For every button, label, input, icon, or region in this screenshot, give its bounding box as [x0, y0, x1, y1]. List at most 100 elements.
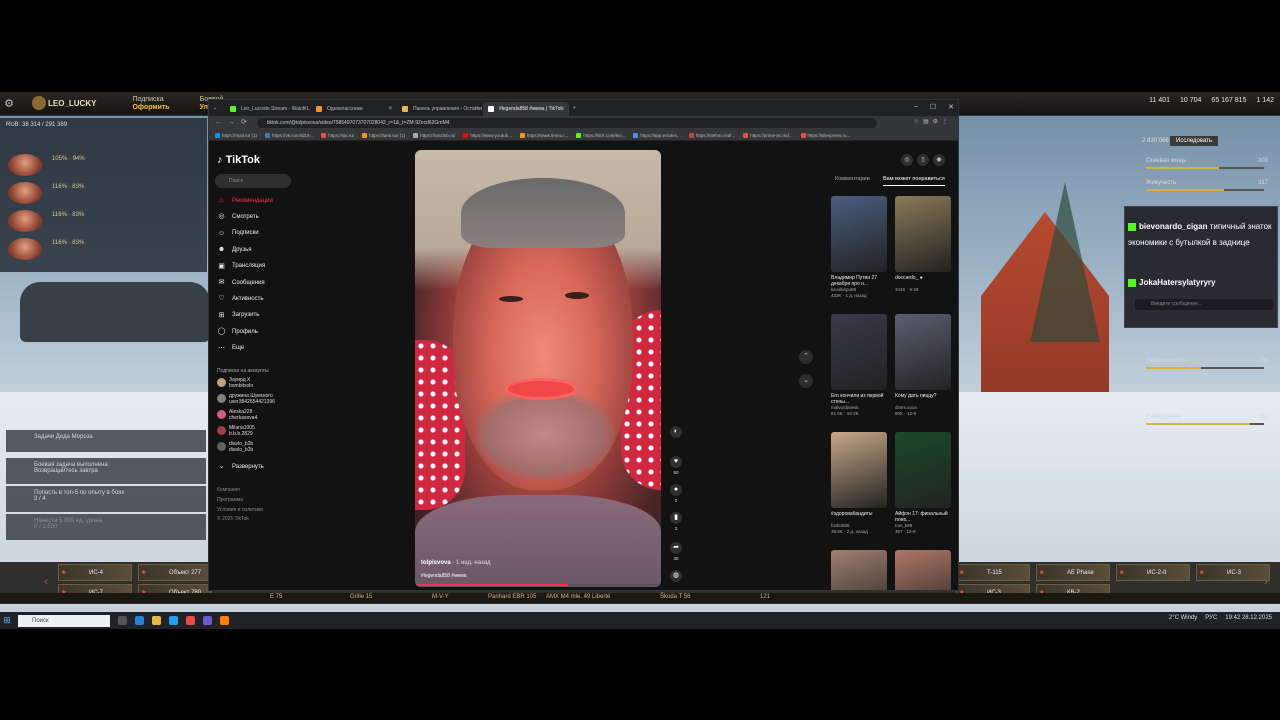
vehicle-strip-item[interactable]: Panhard EBR 105 — [488, 594, 536, 600]
gear-icon[interactable]: ⚙ — [0, 97, 18, 110]
mission-item[interactable]: Нанести 5 000 ед. урона 0 / 1 500 — [6, 514, 206, 540]
footer-link[interactable]: Программа — [217, 497, 243, 503]
skill-survivability[interactable]: Живучесть 317 — [1146, 180, 1268, 191]
video-thumbnail[interactable] — [895, 196, 951, 272]
following-item[interactable]: Aleska228 cherkasova4 — [217, 409, 257, 421]
crew-avatar[interactable] — [8, 182, 42, 204]
bookmark-item[interactable]: https://www.timnu.r... — [519, 132, 568, 138]
tab-close-icon[interactable]: ✕ — [560, 105, 565, 112]
video-thumbnail[interactable] — [895, 550, 951, 590]
tank-card[interactable]: ★ИС-3 — [1196, 564, 1270, 581]
sidebar-item-activity[interactable]: ♡ Активность — [217, 294, 263, 303]
mission-item[interactable]: Задачи Деда Мороза — [6, 430, 206, 452]
tank-card[interactable]: ★ ИС-4 — [58, 564, 132, 581]
app-icon[interactable] — [203, 616, 212, 625]
browser-toolbar-icons[interactable]: ☆▤⚙⋮ — [914, 118, 952, 125]
tank-card[interactable]: ★ AE Phase — [1036, 564, 1110, 581]
browser-tab[interactable]: Одноклассники ✕ — [311, 102, 397, 116]
browser-tab[interactable]: #legenda858 #мема | TikTok ✕ — [483, 102, 569, 116]
device-icon[interactable]: ▯ — [917, 154, 929, 166]
skill-spotting[interactable]: Наблюдение 562 — [1146, 414, 1268, 425]
recommended-video-card[interactable]: #здоровабандиты foxbo666 38.6K · 2 д. наза… — [831, 432, 887, 535]
bookmark-item[interactable]: https://prime-pc.md... — [743, 132, 793, 138]
sidebar-item-profile[interactable]: ◯ Профиль — [217, 327, 258, 336]
next-video-button[interactable]: ⌄ — [799, 374, 813, 388]
following-item[interactable]: diavlo_b2b diavlo_b2b — [217, 441, 253, 453]
carousel-left-arrow[interactable]: ‹ — [44, 574, 48, 588]
recommended-video-card[interactable]: Кому дать пиццу? dimm.soon 80K · 12-9 — [895, 314, 951, 417]
video-author[interactable]: tolpisvova · 1 нед. назад — [421, 560, 491, 566]
bookmark-icon[interactable]: ▮ 3 — [667, 512, 685, 531]
app-icon[interactable] — [152, 616, 161, 625]
like-icon[interactable]: ♥ 50 — [667, 456, 685, 475]
mission-item[interactable]: Боевая задача выполнена Возвращайтесь зав… — [6, 458, 206, 484]
sidebar-item-compass[interactable]: ◎ Смотреть — [217, 212, 258, 221]
minimize-icon[interactable]: – — [914, 103, 918, 111]
bookmark-item[interactable]: https://tank.su/ (1) — [362, 132, 405, 138]
weather-widget[interactable]: 2°C Windy — [1169, 615, 1197, 621]
tab-close-icon[interactable]: ✕ — [388, 105, 393, 112]
sidebar-item-following[interactable]: ☺ Подписки — [217, 229, 259, 238]
profile-avatar[interactable]: ◉ — [933, 154, 945, 166]
video-thumbnail[interactable] — [831, 550, 887, 590]
sidebar-item-upload[interactable]: ⊞ Загрузить — [217, 311, 260, 320]
taskview-icon[interactable] — [118, 616, 127, 625]
tab-close-icon[interactable]: ✕ — [302, 105, 307, 112]
sidebar-item-home[interactable]: ⌂ Рекомендации — [217, 196, 272, 205]
recommended-video-card[interactable]: Владимир Путин 27 декабря про н... ksuski… — [831, 196, 887, 299]
bookmark-item[interactable]: https://kick.com/leo... — [576, 132, 625, 138]
bookmark-item[interactable]: https://stehno.md/... — [688, 132, 735, 138]
bookmark-item[interactable]: https://lostclub.ru/ — [413, 132, 455, 138]
search-input[interactable]: Поиск — [215, 174, 291, 188]
windows-start-icon[interactable]: ⊞ — [0, 615, 14, 626]
subscription-block[interactable]: Подписка Оформить — [132, 96, 169, 112]
video-thumbnail[interactable] — [831, 314, 887, 390]
following-item[interactable]: дружина Шумского user3842654421396 — [217, 393, 275, 405]
tank-card[interactable]: ★ Объект 277 — [138, 564, 212, 581]
player-name[interactable]: LEO_LUCKY — [48, 99, 96, 108]
video-thumbnail[interactable] — [895, 314, 951, 390]
video-thumbnail[interactable] — [831, 432, 887, 508]
vehicle-strip-item[interactable]: Grille 15 — [350, 594, 372, 600]
taskbar-search[interactable]: Поиск — [18, 614, 110, 627]
close-icon[interactable]: ✕ — [948, 103, 954, 111]
nav-buttons[interactable]: ←→⟳ — [215, 118, 253, 126]
app-icon[interactable] — [220, 616, 229, 625]
bookmark-item[interactable]: https://aliexpress.ru... — [800, 132, 850, 138]
research-button[interactable]: Исследовать — [1170, 136, 1219, 146]
sidebar-item-friends[interactable]: ☻ Друзья — [217, 245, 252, 254]
mission-item[interactable]: Попасть в топ-5 по опыту в боях 3 / 4 — [6, 486, 206, 512]
sound-icon[interactable]: ◍ — [667, 570, 685, 584]
video-thumbnail[interactable] — [895, 432, 951, 508]
video-hashtags[interactable]: #legenda858 #мема — [421, 573, 467, 579]
recommended-video-card[interactable]: Айфон 17: финальный плев... tom_k89 367 · … — [895, 432, 951, 535]
vehicle-strip-item[interactable]: M-V-Y — [432, 594, 449, 600]
language-indicator[interactable]: РУС — [1205, 615, 1217, 621]
recommended-video-card[interactable]: doccardo_ ● 341K · 9-28 — [895, 196, 951, 293]
chat-input[interactable]: Введите сообщение... — [1135, 299, 1273, 310]
bookmark-item[interactable]: https://www.youtub... — [463, 132, 512, 138]
vehicle-strip-item[interactable]: E 75 — [270, 594, 282, 600]
bookmark-item[interactable]: https://mail.ru/ (1) — [215, 132, 257, 138]
bookmark-item[interactable]: https://vk.com/id19... — [265, 132, 313, 138]
footer-link[interactable]: Компания — [217, 487, 240, 493]
avatar-action[interactable]: ◐ — [667, 426, 685, 440]
recommended-video-card[interactable] — [895, 550, 951, 590]
recommended-video-card[interactable]: Его кончили из первой стены... malvordini… — [831, 314, 887, 417]
tab-close-icon[interactable]: ✕ — [474, 105, 479, 112]
video-progress[interactable] — [415, 584, 661, 586]
following-item[interactable]: Milana1005 b.b.b.2829 — [217, 425, 255, 437]
url-input[interactable]: tiktok.com/@tolpisvova/video/75864970737… — [257, 118, 877, 128]
crew-avatar[interactable] — [8, 210, 42, 232]
recommended-video-card[interactable] — [831, 550, 887, 590]
app-icon[interactable] — [186, 616, 195, 625]
sidebar-item-live[interactable]: ▣ Трансляция — [217, 262, 265, 271]
tank-card[interactable]: ★ T-115 — [956, 564, 1030, 581]
app-icon[interactable] — [135, 616, 144, 625]
bookmark-item[interactable]: https://slu.ru/ — [321, 132, 354, 138]
tiktok-logo[interactable]: ♪ TikTok — [217, 154, 260, 166]
browser-tab[interactable]: Панель управления - Остатки ✕ — [397, 102, 483, 116]
sidebar-item-more[interactable]: ⋯ Еще — [217, 344, 244, 353]
crew-avatar[interactable] — [8, 154, 42, 176]
clock[interactable]: 19:42 28.12.2025 — [1225, 615, 1272, 621]
